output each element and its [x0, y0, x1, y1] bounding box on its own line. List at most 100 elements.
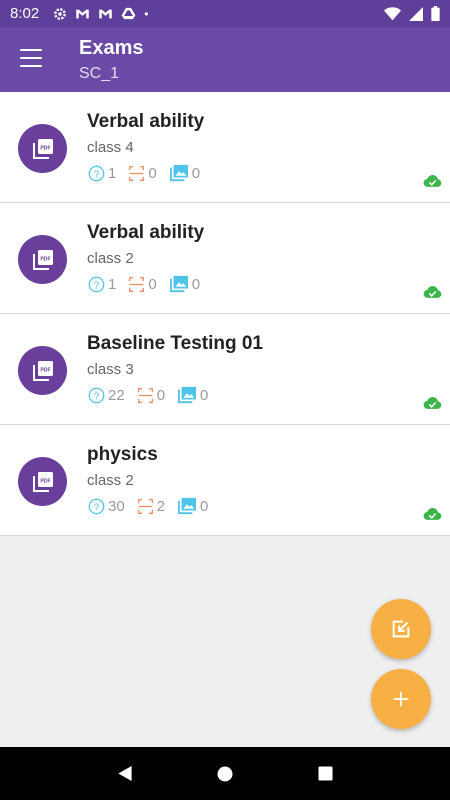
scan-count-value: 0 [148, 275, 157, 293]
scan-count: 0 [137, 387, 165, 404]
svg-text:PDF: PDF [40, 256, 50, 262]
exam-class: class 2 [87, 472, 134, 489]
question-icon: ? [88, 165, 105, 181]
image-count: 0 [169, 275, 200, 293]
scan-count: 0 [128, 275, 157, 293]
scan-icon [129, 276, 145, 292]
cloud-done-icon [423, 286, 442, 298]
question-count-value: 30 [108, 497, 125, 515]
svg-text:?: ? [94, 502, 100, 513]
back-icon [118, 765, 132, 782]
scan-count-value: 0 [148, 164, 157, 182]
page-subtitle: SC_1 [79, 65, 120, 82]
image-count-value: 0 [200, 497, 209, 515]
gmail-icon [76, 9, 89, 18]
back-button[interactable] [110, 759, 140, 789]
pdf-icon: PDF [32, 138, 53, 159]
cloud-done-icon [423, 175, 442, 187]
question-count-value: 1 [108, 275, 117, 293]
question-count: ? 1 [88, 276, 116, 293]
exam-class: class 2 [87, 250, 134, 267]
system-nav-bar [0, 747, 450, 800]
image-icon [178, 497, 197, 515]
scan-icon [137, 387, 153, 403]
pdf-icon: PDF [32, 249, 53, 270]
question-count-value: 1 [108, 164, 117, 182]
page-title: Exams [79, 37, 144, 59]
image-count-value: 0 [191, 164, 201, 182]
image-count: 0 [177, 386, 208, 404]
svg-text:?: ? [94, 280, 100, 291]
exam-card[interactable]: PDF Verbal ability class 4 ? 1 0 0 [0, 92, 450, 203]
image-icon [169, 275, 188, 293]
scan-icon [129, 165, 145, 181]
scan-count: 0 [128, 164, 157, 182]
exam-stats: ? 22 0 0 [88, 386, 220, 404]
scan-count: 2 [137, 498, 165, 515]
battery-icon [431, 6, 440, 21]
app-bar: Exams SC_1 [0, 27, 450, 92]
recents-button[interactable] [310, 759, 340, 789]
svg-text:?: ? [94, 391, 100, 402]
exam-stats: ? 30 2 0 [88, 497, 220, 515]
exam-card[interactable]: PDF Verbal ability class 2 ? 1 0 0 [0, 203, 450, 314]
image-icon [169, 164, 188, 182]
dot-icon: • [144, 6, 149, 21]
cloud-done-icon [423, 508, 442, 520]
plus-icon [393, 691, 409, 707]
status-time: 8:02 [10, 5, 40, 22]
exam-title: Verbal ability [87, 222, 205, 243]
pdf-avatar: PDF [18, 124, 67, 173]
gmail-icon [99, 9, 112, 18]
pdf-icon: PDF [32, 360, 53, 381]
signal-icon [409, 6, 423, 21]
svg-text:?: ? [94, 169, 100, 180]
svg-text:PDF: PDF [40, 367, 50, 373]
scan-count-value: 2 [156, 497, 166, 515]
svg-text:PDF: PDF [40, 145, 50, 151]
question-icon: ? [88, 498, 105, 514]
status-bar: 8:02 • [0, 0, 450, 27]
exam-card[interactable]: PDF physics class 2 ? 30 2 0 [0, 425, 450, 536]
exam-card[interactable]: PDF Baseline Testing 01 class 3 ? 22 0 0 [0, 314, 450, 425]
pdf-avatar: PDF [18, 457, 67, 506]
question-count-value: 22 [108, 386, 125, 404]
image-count: 0 [177, 497, 208, 515]
pdf-avatar: PDF [18, 235, 67, 284]
gear-icon [54, 7, 67, 20]
exam-class: class 4 [87, 139, 134, 156]
exam-title: Baseline Testing 01 [87, 333, 263, 354]
exam-title: Verbal ability [87, 111, 205, 132]
add-exam-button[interactable] [371, 669, 431, 729]
wifi-icon [384, 6, 401, 20]
menu-icon-line [20, 57, 42, 59]
question-icon: ? [88, 387, 105, 403]
question-count: ? 1 [88, 165, 116, 182]
exam-stats: ? 1 0 0 [88, 164, 212, 182]
drive-icon [121, 7, 136, 20]
scan-icon [137, 498, 153, 514]
pdf-avatar: PDF [18, 346, 67, 395]
image-icon [178, 386, 197, 404]
question-count: ? 22 [88, 387, 125, 404]
image-count: 0 [169, 164, 200, 182]
home-button[interactable] [210, 759, 240, 789]
image-count-value: 0 [200, 386, 209, 404]
menu-icon-line [20, 49, 42, 51]
menu-button[interactable] [20, 49, 42, 67]
exam-list: PDF Verbal ability class 4 ? 1 0 0 PDF V… [0, 92, 450, 536]
cloud-done-icon [423, 397, 442, 409]
home-icon [217, 766, 233, 781]
exam-class: class 3 [87, 361, 134, 378]
recents-icon [317, 766, 333, 781]
exam-stats: ? 1 0 0 [88, 275, 212, 293]
question-icon: ? [88, 276, 105, 292]
import-icon [392, 620, 410, 638]
import-button[interactable] [371, 599, 431, 659]
question-count: ? 30 [88, 498, 125, 515]
scan-count-value: 0 [156, 386, 166, 404]
menu-icon-line [20, 65, 42, 67]
exam-title: physics [87, 444, 158, 465]
svg-text:PDF: PDF [40, 478, 50, 484]
pdf-icon: PDF [32, 471, 53, 492]
